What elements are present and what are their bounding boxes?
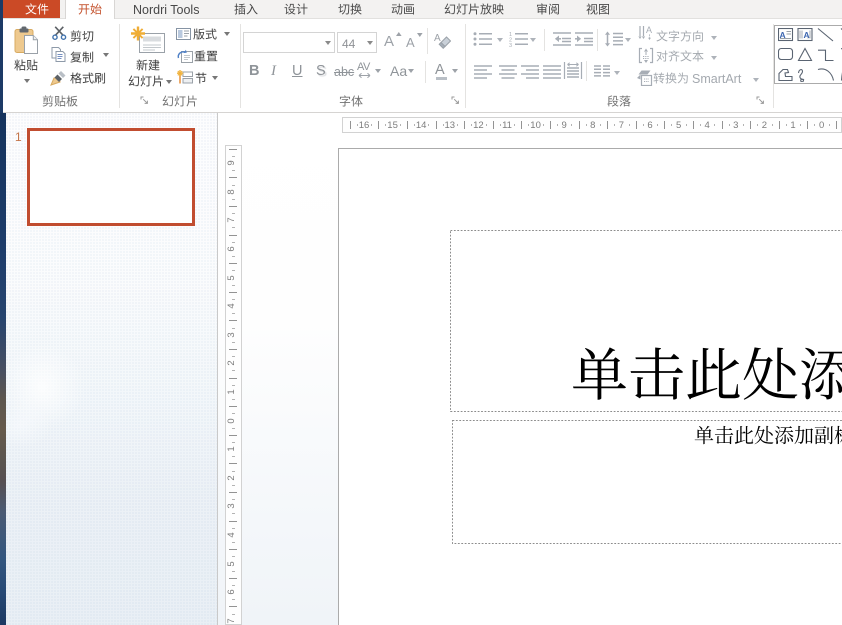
svg-text:A: A bbox=[779, 30, 785, 40]
svg-text:A: A bbox=[803, 30, 809, 40]
svg-text:A: A bbox=[646, 25, 652, 35]
svg-text:3: 3 bbox=[509, 43, 512, 47]
svg-text:A: A bbox=[434, 33, 441, 44]
